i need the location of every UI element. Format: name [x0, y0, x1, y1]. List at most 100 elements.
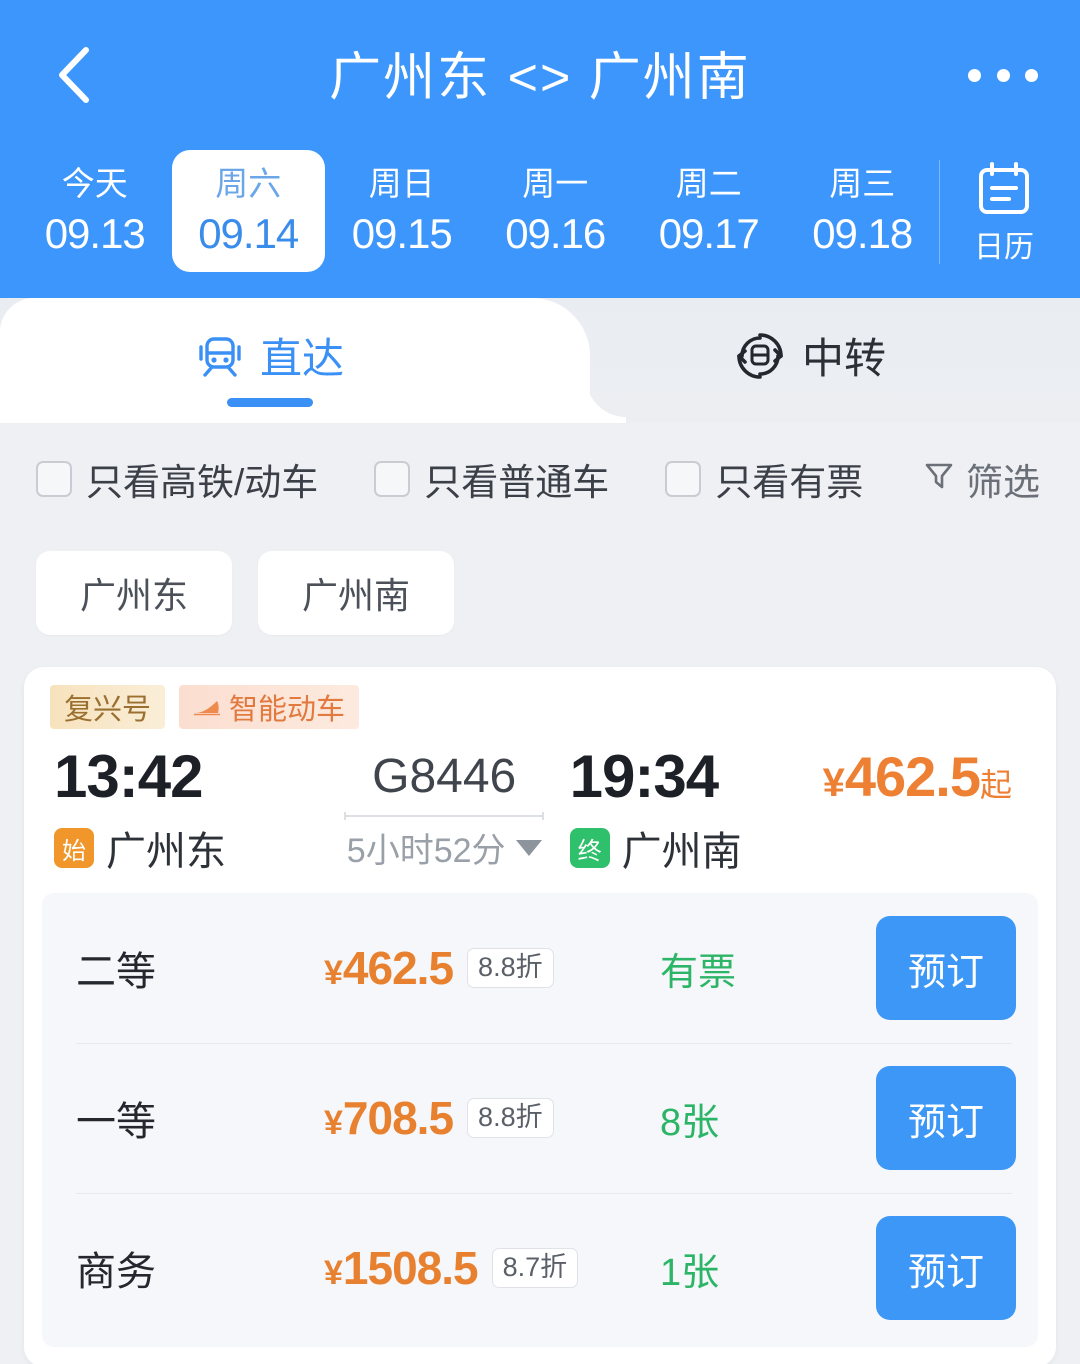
date-value: 09.18 [812, 210, 913, 257]
origin-badge: 始 [54, 828, 94, 868]
date-cell-2[interactable]: 周日 09.15 [325, 150, 479, 272]
seat-class-name: 商务 [76, 1250, 156, 1294]
station-chip-row: 广州东 广州南 [0, 535, 1080, 645]
date-cell-1[interactable]: 周六 09.14 [171, 150, 325, 272]
station-chip-destination[interactable]: 广州南 [258, 551, 454, 635]
date-weekday: 今天 [61, 165, 128, 202]
currency-symbol: ¥ [324, 954, 343, 992]
bullet-train-icon [193, 691, 221, 724]
seat-stock: 1张 [660, 1251, 720, 1294]
duration-toggle[interactable]: 5小时52分 [319, 823, 570, 872]
date-weekday: 周一 [522, 165, 589, 202]
date-cell-3[interactable]: 周一 09.16 [479, 150, 633, 272]
tab-transfer[interactable]: 中转 [540, 298, 1080, 423]
more-dots-icon [968, 68, 981, 82]
train-middle-column: G8446 5小时52分 [319, 739, 570, 872]
checkbox-icon[interactable] [665, 461, 702, 497]
date-value: 09.15 [351, 210, 453, 257]
checkbox-icon[interactable] [374, 461, 411, 497]
tab-bar: 直达 中转 [0, 298, 1080, 423]
table-row: 一等 ¥708.5 8.8折 8张 预订 [42, 1043, 1038, 1193]
filter-bar: 只看高铁/动车 只看普通车 只看有票 筛选 [0, 423, 1080, 535]
book-button[interactable]: 预订 [876, 916, 1016, 1020]
currency-symbol: ¥ [324, 1254, 343, 1292]
date-weekday: 周日 [368, 165, 435, 202]
arrival-station-line: 终 广州南 [569, 819, 823, 877]
book-button[interactable]: 预订 [876, 1216, 1016, 1320]
calendar-icon [973, 158, 1035, 225]
station-chip-origin[interactable]: 广州东 [36, 551, 232, 635]
checkbox-icon[interactable] [36, 461, 72, 497]
currency-symbol: ¥ [324, 1104, 343, 1142]
duration-text: 5小时52分 [346, 832, 506, 870]
tag-label: 复兴号 [64, 694, 152, 726]
tab-label: 中转 [801, 334, 886, 382]
train-front-icon [196, 332, 244, 390]
filter-screen-label: 筛选 [966, 462, 1040, 503]
seat-class-name: 二等 [76, 950, 156, 994]
transfer-train-icon [734, 330, 786, 392]
seat-price-cell: ¥1508.5 8.7折 [324, 1241, 654, 1295]
arrival-station: 广州南 [621, 830, 742, 874]
price-amount: 708.5 [342, 1092, 454, 1144]
date-value: 09.14 [198, 210, 299, 257]
seat-stock: 有票 [660, 951, 737, 994]
calendar-label: 日历 [974, 230, 1034, 264]
table-row: 二等 ¥462.5 8.8折 有票 预订 [42, 893, 1038, 1043]
train-card-header: 复兴号 智能动车 13:42 始 广州东 G8446 5小时52分 19:34 … [24, 667, 1056, 883]
date-cell-0[interactable]: 今天 09.13 [18, 150, 172, 272]
price-amount: 1508.5 [342, 1242, 479, 1294]
page-title: 广州东 <> 广州南 [329, 49, 751, 107]
terminus-badge: 终 [569, 828, 610, 868]
tab-direct[interactable]: 直达 [0, 298, 540, 423]
price-amount: 462.5 [844, 745, 981, 808]
more-options-button[interactable] [968, 52, 1038, 98]
filter-highspeed[interactable]: 只看高铁/动车 [36, 452, 318, 506]
date-value: 09.17 [658, 210, 760, 257]
table-row: 商务 ¥1508.5 8.7折 1张 预订 [42, 1193, 1038, 1343]
train-tag-row: 复兴号 智能动车 [50, 685, 1030, 729]
filter-normal-train[interactable]: 只看普通车 [374, 452, 609, 506]
arrival-column: 19:34 终 广州南 [569, 739, 823, 877]
train-card[interactable]: 复兴号 智能动车 13:42 始 广州东 G8446 5小时52分 19:34 … [24, 667, 1056, 1364]
date-cell-4[interactable]: 周二 09.17 [632, 150, 786, 272]
calendar-button[interactable]: 日历 [940, 150, 1068, 272]
nav-bar: 广州东 <> 广州南 [0, 0, 1080, 150]
currency-symbol: ¥ [822, 761, 845, 805]
price-column: ¥462.5起 [823, 739, 1030, 830]
date-cell-5[interactable]: 周三 09.18 [786, 150, 940, 272]
book-button[interactable]: 预订 [876, 1066, 1016, 1170]
tab-label: 直达 [259, 334, 344, 382]
seat-class-name: 一等 [76, 1100, 156, 1144]
train-trip-row: 13:42 始 广州东 G8446 5小时52分 19:34 终 广州南 ¥46… [50, 737, 1030, 877]
seat-class-table: 二等 ¥462.5 8.8折 有票 预订 一等 ¥708.5 8.8折 8张 预… [42, 893, 1038, 1347]
filter-label: 只看有票 [715, 462, 864, 503]
price-amount: 462.5 [342, 942, 454, 994]
filter-screen-button[interactable]: 筛选 [922, 452, 1040, 506]
train-list: 复兴号 智能动车 13:42 始 广州东 G8446 5小时52分 19:34 … [0, 645, 1080, 1364]
chevron-down-icon [515, 839, 542, 856]
date-value: 09.16 [505, 210, 606, 257]
tag-fuxinghao: 复兴号 [50, 685, 166, 729]
tag-smart-emu: 智能动车 [179, 685, 360, 729]
departure-station: 广州东 [106, 830, 226, 874]
date-weekday: 周二 [675, 165, 742, 202]
discount-badge: 8.7折 [491, 1248, 579, 1288]
filter-has-ticket[interactable]: 只看有票 [665, 452, 863, 506]
price-suffix: 起 [979, 767, 1012, 803]
more-dots-icon [996, 68, 1010, 82]
train-number: G8446 [372, 750, 517, 803]
back-button[interactable] [44, 44, 106, 106]
discount-badge: 8.8折 [467, 948, 554, 988]
seat-price-cell: ¥462.5 8.8折 [324, 941, 654, 995]
departure-station-line: 始 广州东 [54, 819, 319, 877]
funnel-icon [922, 458, 956, 501]
seat-price: ¥1508.5 [324, 1241, 479, 1295]
seat-price-cell: ¥708.5 8.8折 [324, 1091, 654, 1145]
tab-active-underline [227, 398, 313, 407]
seat-price: ¥708.5 [324, 1091, 454, 1145]
departure-time: 13:42 [54, 743, 203, 810]
route-line [344, 812, 545, 820]
results-sheet: 直达 中转 只看高铁/动车 只看普通车 只看有票 筛选 广州东 广州南 复兴号 … [0, 298, 1080, 1364]
date-selector: 今天 09.13 周六 09.14 周日 09.15 周一 09.16 周二 0… [0, 150, 1080, 298]
